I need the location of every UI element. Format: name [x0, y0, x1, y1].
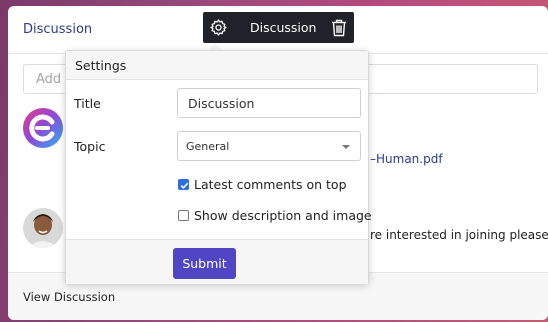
attachment-link[interactable]: –Human.pdf [370, 152, 443, 166]
title-input[interactable]: Discussion [177, 88, 361, 118]
post-text: re interested in joining please [370, 228, 548, 242]
card-title: Discussion [23, 22, 93, 37]
gear-icon[interactable] [209, 18, 228, 37]
topic-label: Topic [74, 139, 106, 154]
settings-header: Settings [66, 51, 368, 80]
title-input-value: Discussion [188, 96, 255, 111]
settings-popup: Settings Title Discussion Topic General … [65, 50, 372, 284]
avatar [23, 108, 63, 148]
topic-select[interactable]: General [177, 131, 361, 161]
user-avatar [23, 208, 63, 248]
popup-caret [208, 43, 222, 50]
chevron-down-icon [342, 145, 350, 149]
settings-footer: Submit [66, 239, 368, 284]
toolbar-title: Discussion [250, 20, 317, 35]
settings-heading: Settings [75, 58, 127, 73]
view-discussion-link[interactable]: View Discussion [23, 290, 115, 304]
topic-select-value: General [186, 140, 230, 153]
latest-on-top-label: Latest comments on top [194, 177, 347, 192]
latest-on-top-checkbox[interactable] [178, 179, 189, 190]
title-label: Title [74, 96, 101, 111]
block-toolbar: Discussion [203, 12, 354, 43]
show-description-label: Show description and image [194, 208, 372, 223]
trash-icon[interactable] [331, 19, 347, 37]
submit-button[interactable]: Submit [173, 248, 236, 279]
show-description-checkbox[interactable] [178, 210, 189, 221]
